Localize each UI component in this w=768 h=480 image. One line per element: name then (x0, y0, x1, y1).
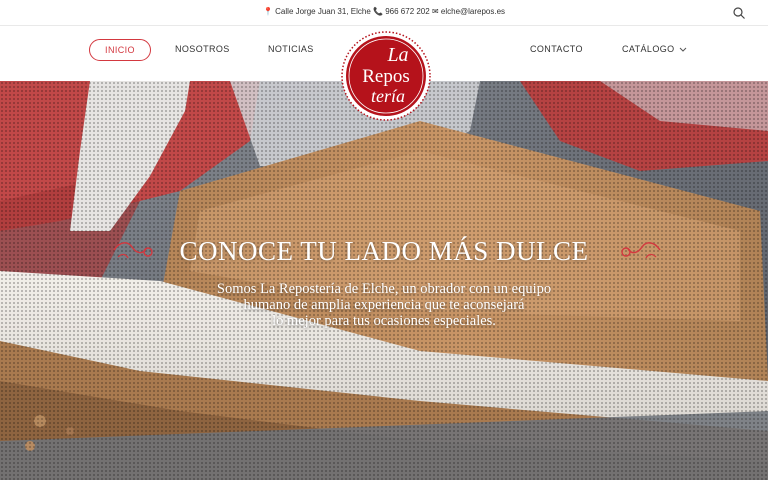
contact-line: 📍 Calle Jorge Juan 31, Elche 📞 966 672 2… (0, 7, 768, 16)
search-button[interactable] (732, 6, 746, 20)
site-logo[interactable]: La Repos tería (340, 30, 432, 122)
search-icon (733, 7, 745, 19)
hero-text-line-3: lo mejor para tus ocasiones especiales. (272, 313, 496, 329)
logo-line1: La (386, 44, 408, 66)
phone-icon: 📞 (373, 7, 383, 16)
phone-text[interactable]: 966 672 202 (385, 7, 430, 16)
chevron-down-icon (680, 47, 687, 52)
hero-banner: CONOCE TU LADO MÁS DULCE Somos La Repost… (0, 81, 768, 480)
nav-catalogo-label: CATÁLOGO (622, 44, 675, 54)
nav-inicio[interactable]: INICIO (89, 39, 151, 61)
hero-text-line-1: Somos La Repostería de Elche, un obrador… (216, 281, 552, 297)
mail-icon: ✉ (431, 7, 439, 16)
nav-catalogo[interactable]: CATÁLOGO (622, 44, 687, 54)
hero-text-line-2: humano de amplia experiencia que te acon… (243, 297, 525, 313)
map-pin-icon: 📍 (262, 7, 273, 16)
email-text[interactable]: elche@larepos.es (441, 7, 505, 16)
nav-contacto[interactable]: CONTACTO (530, 44, 583, 54)
nav-noticias[interactable]: NOTICIAS (268, 44, 314, 54)
logo-line3: tería (371, 86, 405, 106)
nav-nosotros[interactable]: NOSOTROS (175, 44, 230, 54)
hero-description: Somos La Repostería de Elche, un obrador… (164, 281, 604, 329)
address-text: Calle Jorge Juan 31, Elche (275, 7, 371, 16)
top-bar: 📍 Calle Jorge Juan 31, Elche 📞 966 672 2… (0, 0, 768, 26)
logo-line2: Repos (362, 66, 410, 87)
hero-title: CONOCE TU LADO MÁS DULCE (179, 236, 589, 266)
